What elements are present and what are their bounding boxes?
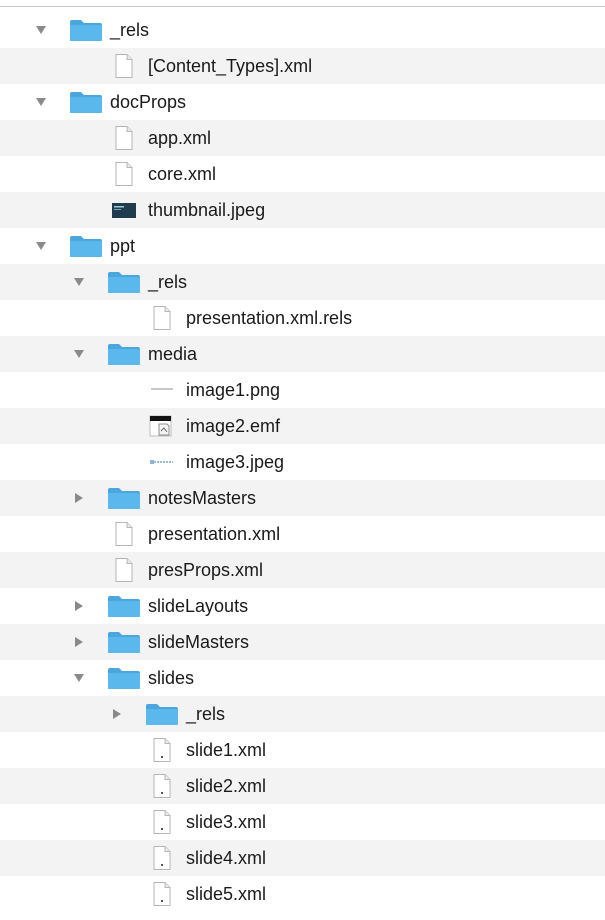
tree-row-label: app.xml — [148, 128, 212, 148]
tree-row-label: slide2.xml — [186, 776, 267, 796]
tree-row-label: slideLayouts — [148, 596, 249, 616]
tree-row-label: media — [148, 344, 198, 364]
tree-row-file[interactable]: app.xml — [0, 120, 605, 156]
tree-row-file[interactable]: presProps.xml — [0, 552, 605, 588]
disclosure-expanded-icon[interactable] — [71, 660, 87, 696]
tree-row-file[interactable]: slide3.xml — [0, 804, 605, 840]
tree-row-file[interactable]: slide5.xml — [0, 876, 605, 912]
image-thumbnail-icon — [107, 198, 141, 222]
disclosure-expanded-icon[interactable] — [33, 12, 49, 48]
tree-row-label: thumbnail.jpeg — [148, 200, 266, 220]
tree-row-label: image2.emf — [186, 416, 281, 436]
tree-row-label: slideMasters — [148, 632, 250, 652]
disclosure-expanded-icon[interactable] — [71, 336, 87, 372]
file-tree: _rels [Content_Types].xml docProps app.xml c… — [0, 0, 605, 920]
tree-row-label: _rels — [186, 704, 226, 724]
disclosure-expanded-icon[interactable] — [33, 228, 49, 264]
tree-row-label: docProps — [110, 92, 187, 112]
document-icon — [145, 306, 179, 330]
tree-row-label: slide5.xml — [186, 884, 267, 904]
tree-row-label: slide3.xml — [186, 812, 267, 832]
xml-document-icon — [145, 810, 179, 834]
tree-row-folder[interactable]: _rels — [0, 264, 605, 300]
tree-row-file[interactable]: image1.png — [0, 372, 605, 408]
document-icon — [107, 126, 141, 150]
tree-row-label: presentation.xml — [148, 524, 281, 544]
folder-icon — [69, 90, 103, 114]
xml-document-icon — [145, 738, 179, 762]
image-file-icon — [145, 378, 179, 402]
tree-row-label: presentation.xml.rels — [186, 308, 353, 328]
tree-row-label: presProps.xml — [148, 560, 264, 580]
folder-icon — [145, 702, 179, 726]
tree-row-file[interactable]: image2.emf — [0, 408, 605, 444]
tree-row-file[interactable]: slide4.xml — [0, 840, 605, 876]
tree-row-file[interactable]: thumbnail.jpeg — [0, 192, 605, 228]
tree-row-file[interactable]: [Content_Types].xml — [0, 48, 605, 84]
folder-icon — [107, 270, 141, 294]
top-divider — [0, 6, 605, 7]
document-icon — [107, 522, 141, 546]
tree-row-folder[interactable]: media — [0, 336, 605, 372]
folder-icon — [107, 630, 141, 654]
tree-row-folder[interactable]: docProps — [0, 84, 605, 120]
tree-row-label: image3.jpeg — [186, 452, 285, 472]
tree-row-folder[interactable]: _rels — [0, 696, 605, 732]
tree-row-label: slides — [148, 668, 195, 688]
disclosure-collapsed-icon[interactable] — [71, 624, 87, 660]
folder-icon — [69, 18, 103, 42]
tree-row-label: core.xml — [148, 164, 217, 184]
folder-icon — [107, 594, 141, 618]
tree-row-label: image1.png — [186, 380, 281, 400]
xml-document-icon — [145, 846, 179, 870]
tree-row-file[interactable]: slide1.xml — [0, 732, 605, 768]
tree-row-label: slide4.xml — [186, 848, 267, 868]
folder-icon — [107, 666, 141, 690]
tree-row-label: [Content_Types].xml — [148, 56, 313, 76]
disclosure-collapsed-icon[interactable] — [71, 588, 87, 624]
tree-row-file[interactable]: presentation.xml.rels — [0, 300, 605, 336]
folder-icon — [69, 234, 103, 258]
xml-document-icon — [145, 774, 179, 798]
disclosure-collapsed-icon[interactable] — [71, 480, 87, 516]
image-file-icon — [145, 450, 179, 474]
tree-row-file[interactable]: core.xml — [0, 156, 605, 192]
tree-row-label: slide1.xml — [186, 740, 267, 760]
tree-row-file[interactable]: slide2.xml — [0, 768, 605, 804]
folder-icon — [107, 486, 141, 510]
tree-row-folder[interactable]: slideLayouts — [0, 588, 605, 624]
disclosure-collapsed-icon[interactable] — [109, 696, 125, 732]
disclosure-expanded-icon[interactable] — [71, 264, 87, 300]
tree-row-label: notesMasters — [148, 488, 257, 508]
disclosure-expanded-icon[interactable] — [33, 84, 49, 120]
emf-file-icon — [145, 414, 179, 438]
tree-row-file[interactable]: presentation.xml — [0, 516, 605, 552]
folder-icon — [107, 342, 141, 366]
tree-row-folder[interactable]: _rels — [0, 12, 605, 48]
tree-row-file[interactable]: image3.jpeg — [0, 444, 605, 480]
document-icon — [107, 162, 141, 186]
document-icon — [107, 558, 141, 582]
xml-document-icon — [145, 882, 179, 906]
tree-row-folder[interactable]: slideMasters — [0, 624, 605, 660]
document-icon — [107, 54, 141, 78]
tree-row-folder[interactable]: notesMasters — [0, 480, 605, 516]
tree-row-label: _rels — [148, 272, 188, 292]
tree-row-folder[interactable]: ppt — [0, 228, 605, 264]
tree-row-label: _rels — [110, 20, 150, 40]
tree-row-folder[interactable]: slides — [0, 660, 605, 696]
tree-row-label: ppt — [110, 236, 136, 256]
